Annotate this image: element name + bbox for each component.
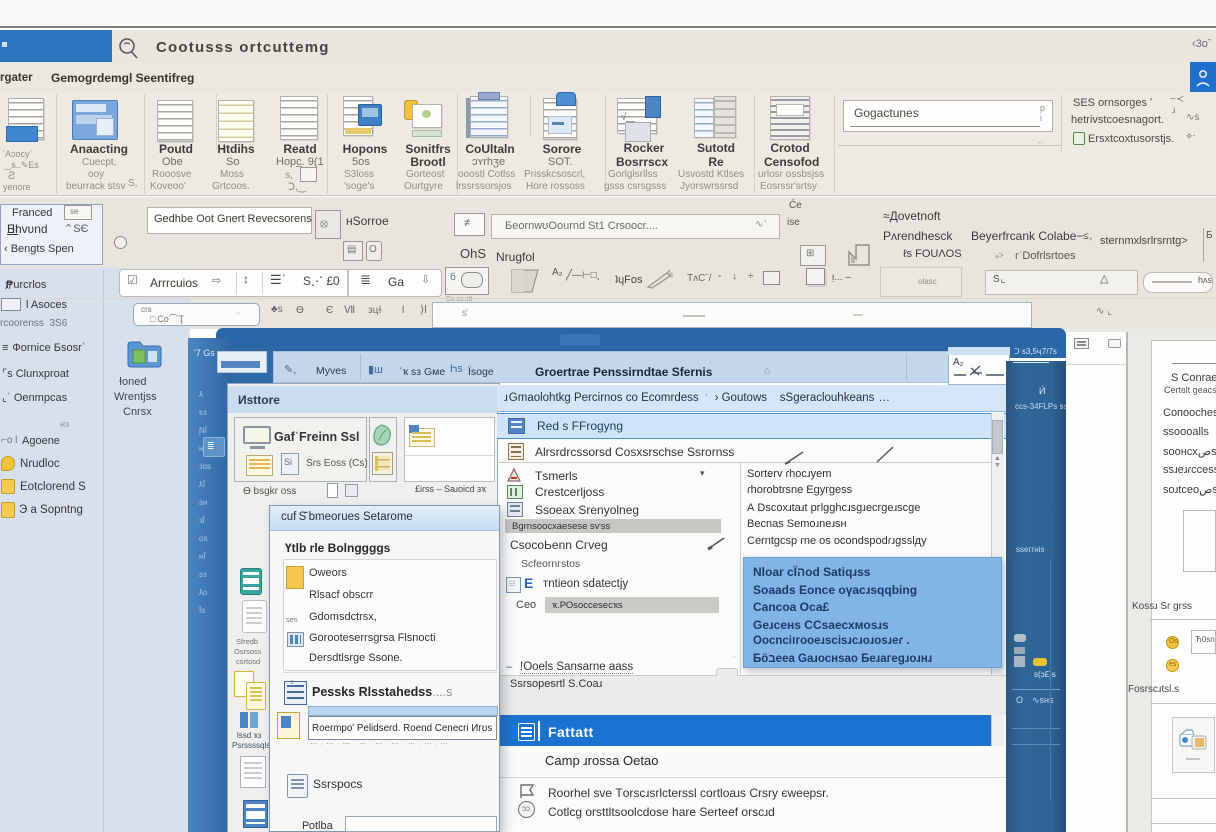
svg-text:s: s [669,270,673,279]
